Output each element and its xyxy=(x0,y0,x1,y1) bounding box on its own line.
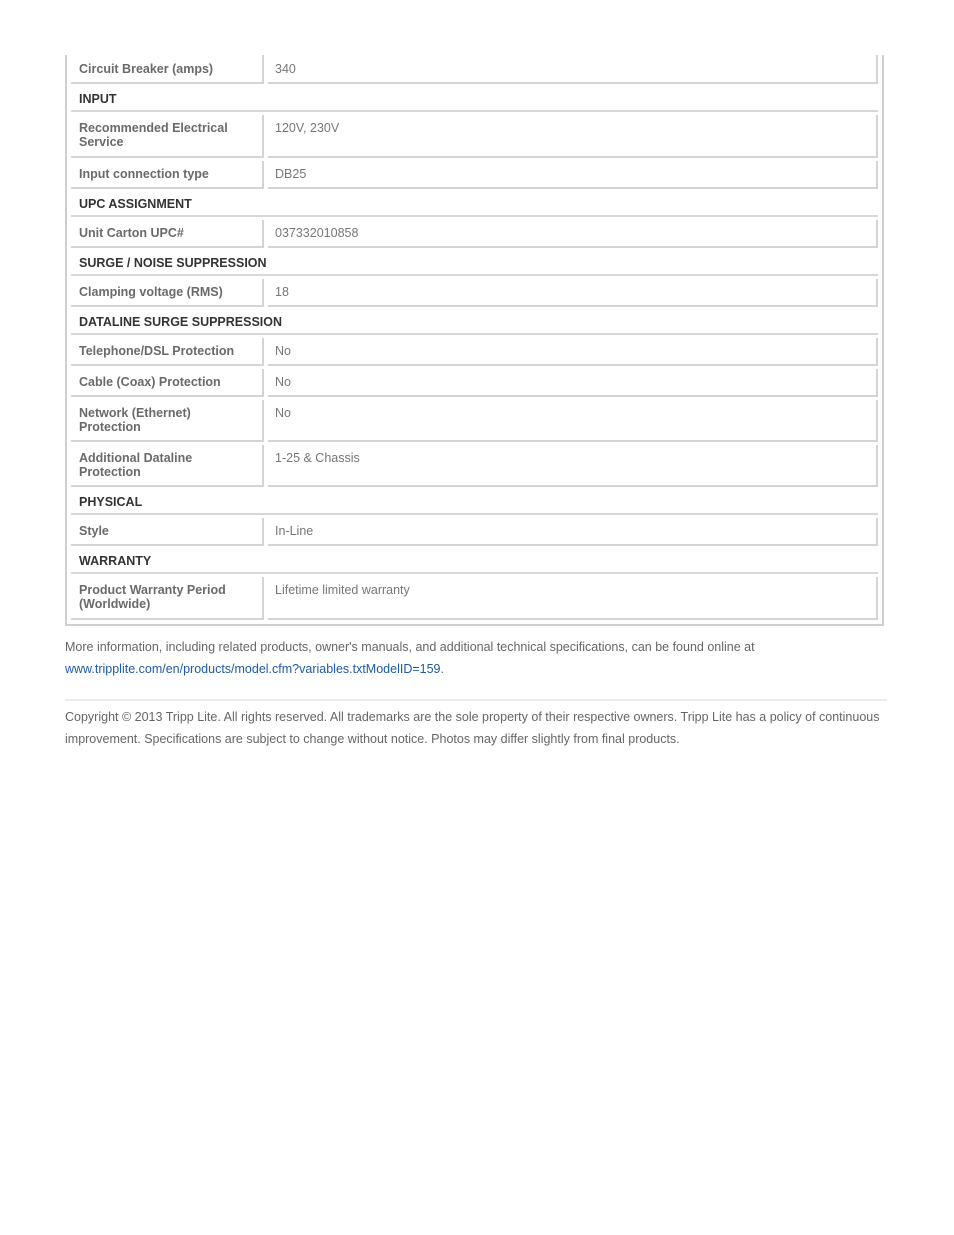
spec-value: DB25 xyxy=(268,161,878,189)
spec-value: 1-25 & Chassis xyxy=(268,445,878,487)
more-info-trailing: . xyxy=(440,662,444,676)
footer-divider xyxy=(65,699,887,701)
spec-label: Cable (Coax) Protection xyxy=(71,369,264,397)
spec-value: Lifetime limited warranty xyxy=(268,577,878,620)
spec-row-product-warranty-period: Product Warranty Period (Worldwide) Life… xyxy=(71,577,878,620)
spec-row-network-ethernet-protection: Network (Ethernet) Protection No xyxy=(71,400,878,442)
spec-row-unit-carton-upc: Unit Carton UPC# 037332010858 xyxy=(71,220,878,248)
spec-row-recommended-electrical-service: Recommended Electrical Service 120V, 230… xyxy=(71,115,878,158)
spec-value: In-Line xyxy=(268,518,878,546)
product-page-link[interactable]: www.tripplite.com/en/products/model.cfm?… xyxy=(65,662,441,676)
spec-value: No xyxy=(268,338,878,366)
section-header-surge-noise-suppression: SURGE / NOISE SUPPRESSION xyxy=(71,251,878,276)
spec-value: 18 xyxy=(268,279,878,307)
spec-label: Telephone/DSL Protection xyxy=(71,338,264,366)
spec-label: Style xyxy=(71,518,264,546)
spec-label: Product Warranty Period (Worldwide) xyxy=(71,577,264,620)
section-header-physical: PHYSICAL xyxy=(71,490,878,515)
spec-value: No xyxy=(268,369,878,397)
spec-value: No xyxy=(268,400,878,442)
spec-row-style: Style In-Line xyxy=(71,518,878,546)
spec-label: Network (Ethernet) Protection xyxy=(71,400,264,442)
spec-label: Unit Carton UPC# xyxy=(71,220,264,248)
spec-label: Input connection type xyxy=(71,161,264,189)
more-info-paragraph: More information, including related prod… xyxy=(65,636,887,680)
spec-label: Additional Dataline Protection xyxy=(71,445,264,487)
spec-row-additional-dataline-protection: Additional Dataline Protection 1-25 & Ch… xyxy=(71,445,878,487)
section-header-dataline-surge-suppression: DATALINE SURGE SUPPRESSION xyxy=(71,310,878,335)
copyright-notice: Copyright © 2013 Tripp Lite. All rights … xyxy=(65,710,880,746)
spec-row-input-connection-type: Input connection type DB25 xyxy=(71,161,878,189)
spec-value: 037332010858 xyxy=(268,220,878,248)
section-header-upc-assignment: UPC ASSIGNMENT xyxy=(71,192,878,217)
spec-row-cable-coax-protection: Cable (Coax) Protection No xyxy=(71,369,878,397)
spec-row-clamping-voltage: Clamping voltage (RMS) 18 xyxy=(71,279,878,307)
spec-value: 120V, 230V xyxy=(268,115,878,158)
spec-row-telephone-dsl-protection: Telephone/DSL Protection No xyxy=(71,338,878,366)
spec-row-circuit-breaker: Circuit Breaker (amps) 340 xyxy=(71,55,878,84)
spec-label: Clamping voltage (RMS) xyxy=(71,279,264,307)
spec-label: Recommended Electrical Service xyxy=(71,115,264,158)
more-info-text: More information, including related prod… xyxy=(65,640,755,654)
spec-label: Circuit Breaker (amps) xyxy=(71,55,264,84)
spec-table: Circuit Breaker (amps) 340 INPUT Recomme… xyxy=(65,55,884,626)
section-header-input: INPUT xyxy=(71,87,878,112)
spec-value: 340 xyxy=(268,55,878,84)
section-header-warranty: WARRANTY xyxy=(71,549,878,574)
